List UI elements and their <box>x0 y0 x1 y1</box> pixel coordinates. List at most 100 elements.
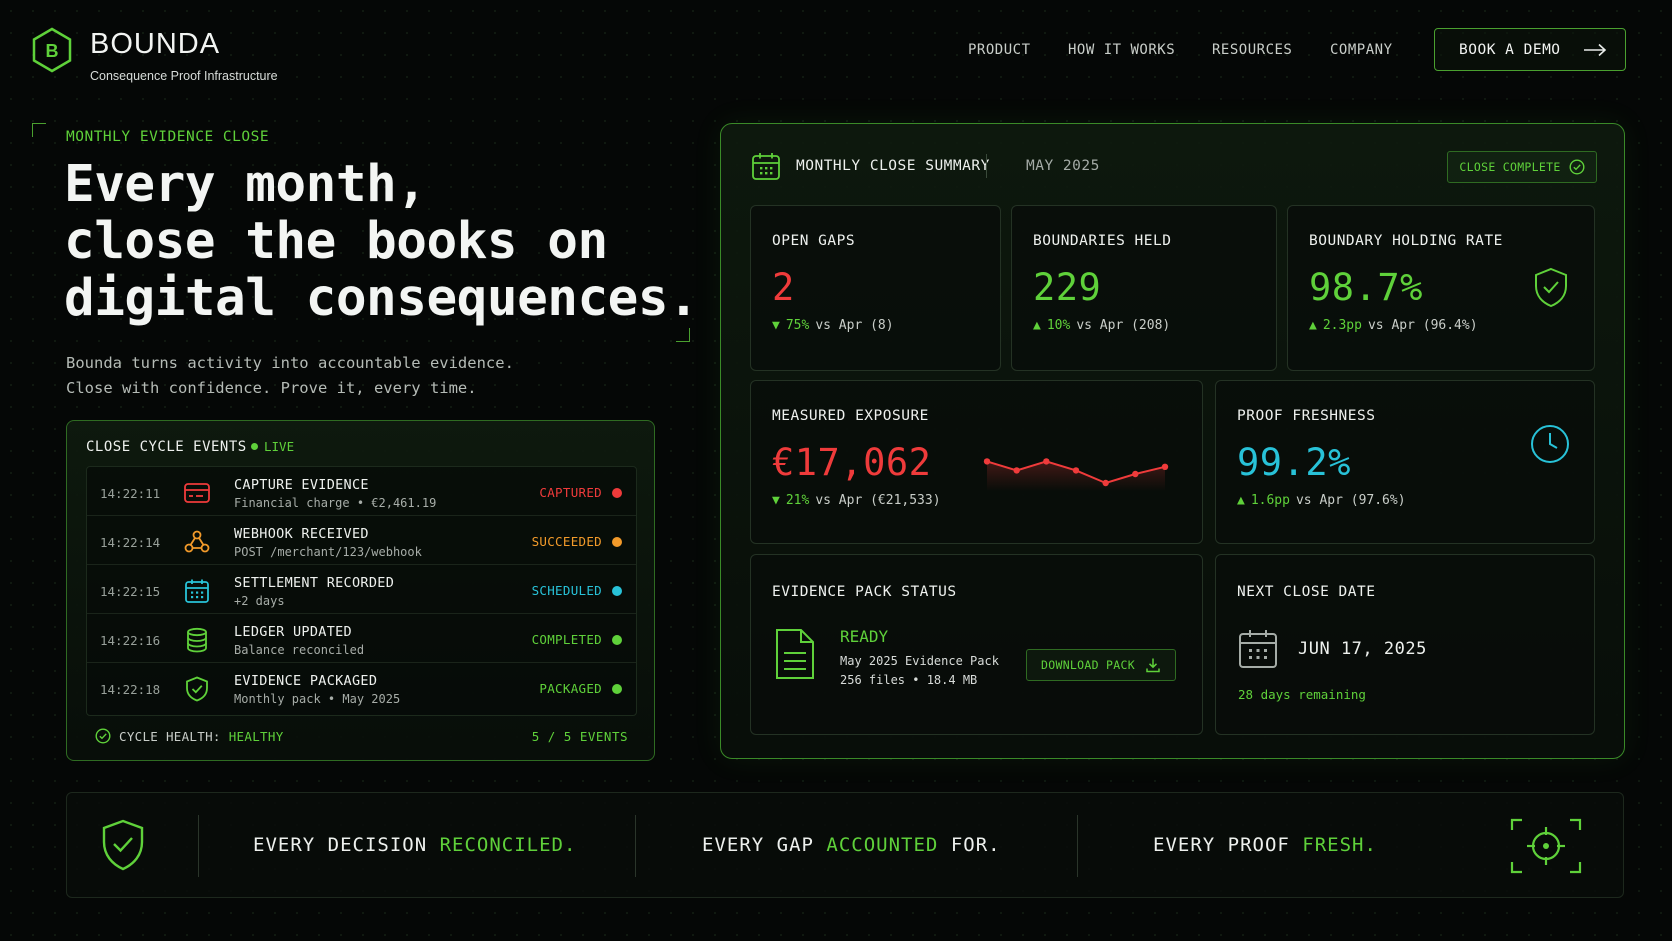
nav-how-it-works[interactable]: HOW IT WORKS <box>1068 42 1175 58</box>
download-pack-button[interactable]: DOWNLOAD PACK <box>1026 649 1176 681</box>
sparkline-point <box>1072 467 1080 474</box>
event-name: WEBHOOK RECEIVED <box>234 526 369 542</box>
nav-product[interactable]: PRODUCT <box>968 42 1031 58</box>
logo-letter: B <box>46 41 59 61</box>
card-proof-freshness[interactable]: PROOF FRESHNESS 99.2% ▲ 1.6pp vs Apr (97… <box>1215 380 1595 544</box>
bounda-logo-icon[interactable]: B <box>31 27 73 73</box>
delta-value: 2.3pp <box>1322 318 1362 333</box>
status-dot-orange <box>612 536 622 547</box>
value-prop-text: EVERY GAP <box>702 834 814 856</box>
delta-value: 10% <box>1046 318 1071 333</box>
event-status-label: SCHEDULED <box>531 583 602 598</box>
live-label: LIVE <box>264 439 295 454</box>
triangle-up-icon: ▲ <box>1309 318 1317 333</box>
delta-compare: vs Apr (€21,533) <box>815 493 941 508</box>
brand-tagline: Consequence Proof Infrastructure <box>90 69 278 83</box>
nav-resources[interactable]: RESOURCES <box>1212 42 1292 58</box>
event-desc: POST /merchant/123/webhook <box>234 545 422 559</box>
target-crosshair-icon <box>1510 818 1582 874</box>
delta-compare: vs Apr (96.4%) <box>1367 318 1478 333</box>
boundaries-held-value: 229 <box>1033 266 1102 309</box>
event-row-settlement[interactable]: 14:22:15 SETTLEMENT RECORDED +2 days SCH… <box>87 565 636 614</box>
card-open-gaps[interactable]: OPEN GAPS 2 ▼ 75% vs Apr (8) <box>750 205 1001 371</box>
value-prop-text: EVERY DECISION <box>253 834 428 856</box>
shield-check-icon <box>1535 267 1567 308</box>
card-holding-rate[interactable]: BOUNDARY HOLDING RATE 98.7% ▲ 2.3pp vs A… <box>1287 205 1595 371</box>
calendar-icon <box>752 153 780 180</box>
delta-compare: vs Apr (208) <box>1076 318 1171 333</box>
event-row-webhook[interactable]: 14:22:14 WEBHOOK RECEIVED POST /merchant… <box>87 516 636 565</box>
freshness-delta: ▲ 1.6pp vs Apr (97.6%) <box>1237 493 1406 508</box>
holding-rate-delta: ▲ 2.3pp vs Apr (96.4%) <box>1309 318 1478 333</box>
summary-month: MAY 2025 <box>1026 158 1100 174</box>
event-row-ledger[interactable]: 14:22:16 LEDGER UPDATED Balance reconcil… <box>87 614 636 663</box>
summary-divider <box>986 154 987 178</box>
delta-compare: vs Apr (8) <box>815 318 894 333</box>
check-circle-icon <box>95 728 111 744</box>
event-row-packaged[interactable]: 14:22:18 EVIDENCE PACKAGED Monthly pack … <box>87 663 636 712</box>
sparkline-area <box>987 461 1165 491</box>
sparkline-point <box>1043 458 1050 465</box>
database-icon <box>187 627 207 653</box>
event-status-captured: CAPTURED <box>539 485 622 500</box>
value-prop-text: EVERY PROOF <box>1153 834 1290 856</box>
exposure-delta: ▼ 21% vs Apr (€21,533) <box>772 493 941 508</box>
event-row-capture[interactable]: 14:22:11 CAPTURE EVIDENCE Financial char… <box>87 467 636 516</box>
card-evidence-pack[interactable]: EVIDENCE PACK STATUS READY May 2025 Evid… <box>750 554 1203 735</box>
pack-name: May 2025 Evidence Pack <box>840 654 999 668</box>
hero-subtitle-line-1: Bounda turns activity into accountable e… <box>66 354 514 372</box>
cycle-health-value: HEALTHY <box>228 728 284 744</box>
status-dot-green <box>612 634 622 645</box>
hero-subtitle-line-2: Close with confidence. Prove it, every t… <box>66 379 477 397</box>
open-gaps-delta: ▼ 75% vs Apr (8) <box>772 318 894 333</box>
brand-name[interactable]: BOUNDA <box>90 28 220 61</box>
check-circle-icon <box>1569 159 1585 175</box>
exposure-value: €17,062 <box>772 441 932 484</box>
triangle-up-icon: ▲ <box>1237 493 1245 508</box>
corner-bracket-top-left <box>32 123 46 137</box>
event-status-label: PACKAGED <box>539 681 602 696</box>
freshness-value: 99.2% <box>1237 441 1351 484</box>
summary-title: MONTHLY CLOSE SUMMARY <box>796 158 990 174</box>
close-complete-badge: CLOSE COMPLETE <box>1447 151 1597 183</box>
corner-bracket-bottom-right <box>676 328 690 342</box>
status-dot-red <box>612 487 622 498</box>
events-list: 14:22:11 CAPTURE EVIDENCE Financial char… <box>86 466 637 716</box>
event-desc: Balance reconciled <box>234 643 365 657</box>
event-time: 14:22:11 <box>100 486 161 501</box>
status-dot-cyan <box>612 585 622 596</box>
value-prop-accounted: EVERY GAP ACCOUNTED FOR. <box>702 834 1001 856</box>
open-gaps-value: 2 <box>772 266 795 309</box>
event-name: EVIDENCE PACKAGED <box>234 673 378 689</box>
card-boundaries-held[interactable]: BOUNDARIES HELD 229 ▲ 10% vs Apr (208) <box>1011 205 1277 371</box>
exposure-label: MEASURED EXPOSURE <box>772 408 929 424</box>
freshness-label: PROOF FRESHNESS <box>1237 408 1376 424</box>
hero-title-line-1: Every month, <box>64 155 427 214</box>
holding-rate-label: BOUNDARY HOLDING RATE <box>1309 233 1503 249</box>
hero-eyebrow: MONTHLY EVIDENCE CLOSE <box>66 129 270 145</box>
download-icon <box>1146 658 1160 673</box>
book-demo-label: BOOK A DEMO <box>1459 41 1561 58</box>
delta-compare: vs Apr (97.6%) <box>1295 493 1406 508</box>
strip-divider <box>198 815 199 877</box>
live-indicator: LIVE <box>251 439 294 454</box>
calendar-icon <box>185 579 209 603</box>
pack-label: EVIDENCE PACK STATUS <box>772 584 957 600</box>
boundaries-held-delta: ▲ 10% vs Apr (208) <box>1033 318 1170 333</box>
event-name: SETTLEMENT RECORDED <box>234 575 395 591</box>
event-time: 14:22:16 <box>100 633 161 648</box>
book-demo-button[interactable]: BOOK A DEMO <box>1434 28 1626 71</box>
event-time: 14:22:15 <box>100 584 161 599</box>
event-name: CAPTURE EVIDENCE <box>234 477 369 493</box>
card-next-close-date[interactable]: NEXT CLOSE DATE JUN 17, 2025 28 days rem… <box>1215 554 1595 735</box>
nav-company[interactable]: COMPANY <box>1330 42 1393 58</box>
hero-title-line-3: digital consequences. <box>64 269 699 328</box>
cycle-health: CYCLE HEALTH: HEALTHY <box>95 728 284 744</box>
event-desc: Financial charge • €2,461.19 <box>234 496 437 510</box>
cycle-health-label: CYCLE HEALTH: <box>119 728 221 744</box>
sparkline-point <box>1161 463 1169 470</box>
card-measured-exposure[interactable]: MEASURED EXPOSURE €17,062 ▼ 21% vs Apr (… <box>750 380 1203 544</box>
value-props-strip: EVERY DECISION RECONCILED. EVERY GAP ACC… <box>66 792 1624 898</box>
calendar-icon <box>1239 630 1277 668</box>
open-gaps-label: OPEN GAPS <box>772 233 856 249</box>
